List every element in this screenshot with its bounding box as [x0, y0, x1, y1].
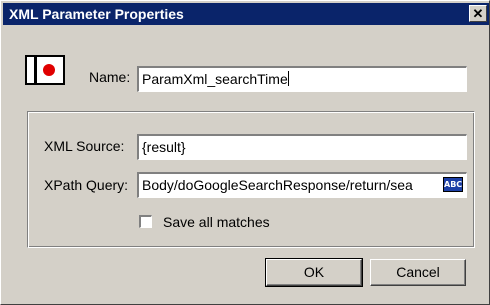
parameter-icon-bar [34, 55, 37, 85]
close-button[interactable]: ✕ [469, 5, 487, 22]
name-field[interactable]: ParamXml_searchTime [137, 66, 467, 92]
ok-button[interactable]: OK [265, 258, 363, 287]
text-caret [287, 71, 289, 86]
cancel-button[interactable]: Cancel [370, 259, 466, 286]
abc-icon: ABC [444, 180, 463, 189]
save-all-matches-label[interactable]: Save all matches [163, 214, 270, 230]
xpath-query-value: Body/doGoogleSearchResponse/return/sea [142, 177, 413, 193]
name-value: ParamXml_searchTime [142, 71, 288, 87]
title-bar[interactable]: XML Parameter Properties ✕ [3, 3, 489, 25]
parameter-icon-dot [43, 64, 55, 76]
save-all-matches-checkbox[interactable] [139, 215, 152, 228]
close-icon: ✕ [472, 6, 484, 21]
xml-source-label: XML Source: [44, 138, 125, 154]
name-label: Name: [89, 69, 131, 85]
xpath-query-label: XPath Query: [44, 177, 129, 193]
xml-source-value: {result} [142, 139, 186, 155]
xpath-query-field[interactable]: Body/doGoogleSearchResponse/return/sea A… [137, 172, 467, 198]
xml-parameter-icon [25, 55, 65, 85]
abc-text-button[interactable]: ABC [443, 177, 463, 192]
window-title: XML Parameter Properties [9, 6, 184, 22]
xml-source-field[interactable]: {result} [137, 134, 467, 160]
xml-parameter-properties-dialog: XML Parameter Properties ✕ Name: ParamXm… [0, 0, 490, 305]
